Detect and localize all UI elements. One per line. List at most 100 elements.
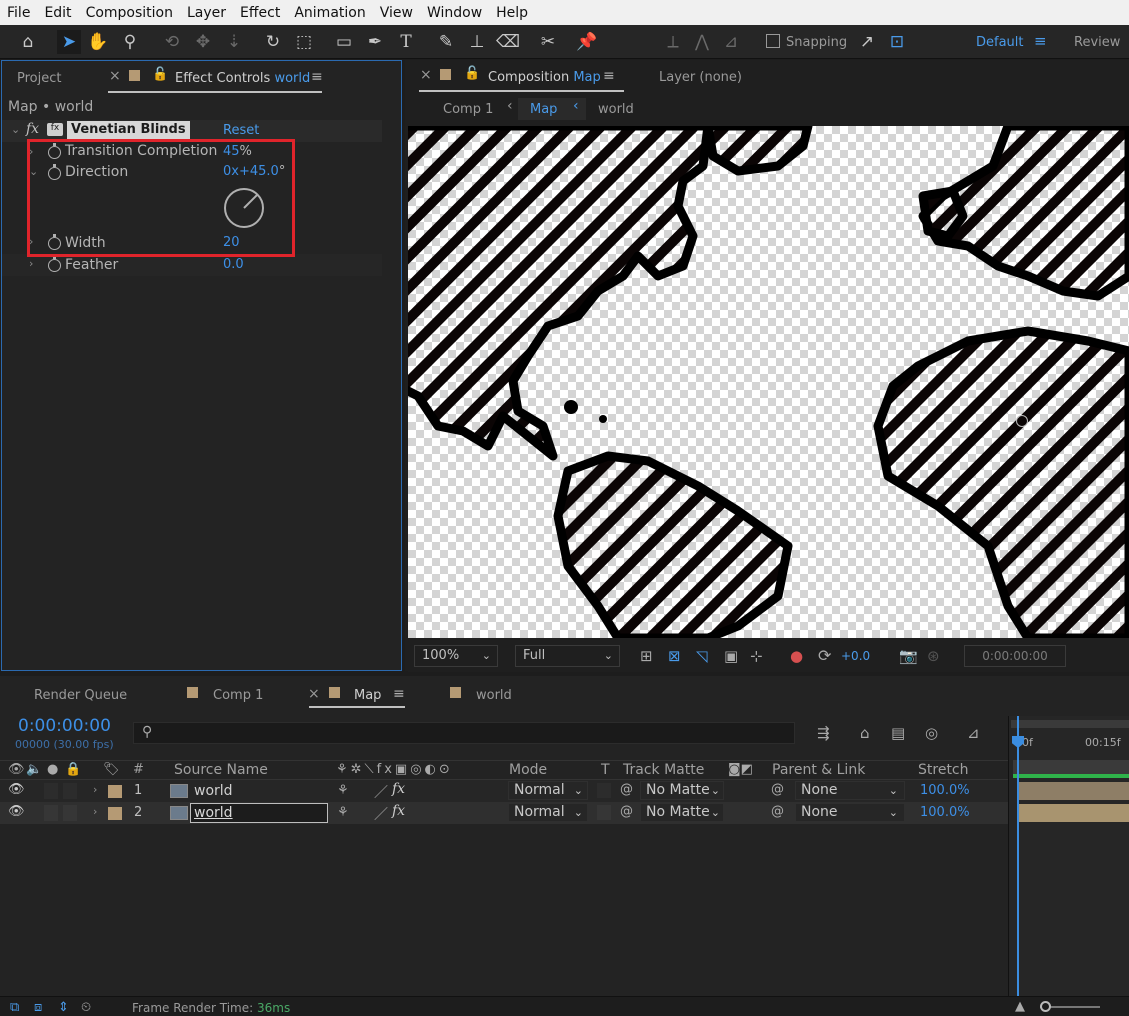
tab-world[interactable]: world [476,688,512,703]
project-tab[interactable]: Project [17,71,61,86]
lock-icon[interactable]: 🔓 [464,66,480,81]
crumb-comp1[interactable]: Comp 1 [443,102,493,117]
menu-edit[interactable]: Edit [37,5,78,21]
tab-comp1[interactable]: Comp 1 [213,688,263,703]
exposure-reset-icon[interactable]: ⟳ [818,646,831,665]
eye-icon[interactable]: 👁 [8,782,25,797]
dolly-camera-icon[interactable]: ⇣ [222,30,246,54]
menu-animation[interactable]: Animation [287,5,372,21]
panel-menu-icon[interactable]: ≡ [311,69,323,85]
work-area-bar[interactable] [1011,720,1129,728]
preserve-transparency-toggle[interactable] [597,783,611,798]
panel-menu-icon[interactable]: ≡ [393,686,405,702]
pickwhip-icon[interactable]: @ [620,782,633,797]
lock-toggle[interactable] [63,783,77,799]
roto-brush-icon[interactable]: ✂ [536,30,560,54]
parent-pickwhip-icon[interactable]: @ [771,782,784,797]
channels-icon[interactable]: ● [790,647,803,665]
zoom-dropdown[interactable]: 100% ⌄ [414,645,498,667]
reset-button[interactable]: Reset [223,123,259,138]
label-color-swatch[interactable] [108,807,122,820]
menu-effect[interactable]: Effect [233,5,287,21]
graph-editor-icon[interactable]: ⊿ [967,724,980,742]
col-source-name[interactable]: Source Name [174,762,268,778]
tab-map[interactable]: Map [354,688,381,703]
fast-previews-icon[interactable]: ⊞ [640,647,653,665]
home-icon[interactable]: ⌂ [16,30,40,54]
mode-dropdown[interactable]: Normal ⌄ [508,803,588,822]
fx-icon[interactable]: fx [26,121,39,137]
chevron-down-icon[interactable]: ⌄ [11,123,20,136]
parent-dropdown[interactable]: None ⌄ [795,803,905,822]
close-icon[interactable]: × [109,68,121,84]
stopwatch-icon[interactable] [48,256,61,272]
shy-icon[interactable]: ⚘ [337,783,349,798]
chevron-left-icon[interactable]: ‹ [507,98,513,114]
render-time-toggle-icon[interactable]: ⏲ [81,1000,91,1015]
parent-pickwhip-icon[interactable]: @ [771,804,784,819]
draft-3d-icon[interactable]: ⌂ [860,724,870,742]
hand-tool-icon[interactable]: ✋ [86,30,110,54]
resolution-dropdown[interactable]: Full ⌄ [515,645,620,667]
track-matte-dropdown[interactable]: No Matte ⌄ [640,781,724,800]
view-axis-icon[interactable]: ⊿ [719,30,743,54]
crumb-map[interactable]: Map [530,102,557,117]
menu-help[interactable]: Help [489,5,535,21]
tab-render-queue[interactable]: Render Queue [34,688,127,703]
stretch-value[interactable]: 100.0% [920,805,970,820]
puppet-pin-icon[interactable]: 📌 [575,30,599,54]
clone-stamp-icon[interactable]: ⊥ [465,30,489,54]
track-matte-dropdown[interactable]: No Matte ⌄ [640,803,724,822]
pan-behind-tool-icon[interactable]: ⬚ [292,30,316,54]
timeline-search-input[interactable]: ⚲ [133,722,795,744]
snap-feature-icon[interactable]: ↗ [855,30,879,54]
snapping-checkbox[interactable] [766,34,780,48]
eraser-tool-icon[interactable]: ⌫ [496,30,520,54]
time-graph[interactable]: 00f 00:15f [1008,716,1129,996]
selection-tool-icon[interactable]: ➤ [57,30,81,54]
layer-tab[interactable]: Layer (none) [659,70,742,85]
expand-chevron-icon[interactable]: › [29,257,33,270]
layer-bar-1[interactable] [1019,782,1129,800]
label-icon[interactable]: 🏷 [103,762,120,777]
snapshot-icon[interactable]: 📷 [899,647,918,665]
show-snapshot-icon[interactable]: ⊛ [927,647,940,665]
menu-window[interactable]: Window [420,5,489,21]
chevron-left-icon[interactable]: ‹ [573,98,579,114]
stretch-value[interactable]: 100.0% [920,783,970,798]
layer-name[interactable]: world [194,783,233,799]
motion-blur-icon[interactable]: ◎ [925,724,938,742]
timeline-timecode[interactable]: 0:00:00:00 [18,716,111,736]
audio-icon[interactable]: 🔈 [26,762,42,777]
in-out-toggle-icon[interactable]: ⇕ [58,1000,69,1015]
parent-dropdown[interactable]: None ⌄ [795,781,905,800]
lock-icon[interactable]: 🔒 [65,762,81,777]
workspace-review[interactable]: Review [1074,35,1120,50]
shy-icon[interactable]: ⚘ [337,805,349,820]
layer-name[interactable]: world [194,805,233,821]
expand-chevron-icon[interactable]: › [93,783,97,796]
lock-toggle[interactable] [63,805,77,821]
pickwhip-icon[interactable]: @ [620,804,633,819]
rotation-tool-icon[interactable]: ↻ [261,30,285,54]
panel-menu-icon[interactable]: ≡ [603,68,615,84]
quality-icon[interactable]: ／ [374,804,388,824]
region-of-interest-icon[interactable]: ▣ [724,647,738,665]
workspace-menu-icon[interactable]: ≡ [1034,32,1047,50]
table-row[interactable]: 👁 › 1 world ⚘ ／ fx Normal ⌄ @ No Matte ⌄ @… [0,780,1008,802]
solo-icon[interactable]: ● [47,762,58,777]
table-row[interactable]: 👁 › 2 world ⚘ ／ fx Normal ⌄ @ No Matte ⌄ @… [0,802,1008,824]
fx-icon[interactable]: fx [392,803,405,819]
close-icon[interactable]: × [308,686,320,702]
world-axis-icon[interactable]: ⋀ [690,30,714,54]
mask-visibility-icon[interactable]: ◹ [696,647,708,665]
orbit-camera-icon[interactable]: ⟲ [160,30,184,54]
eye-icon[interactable]: 👁 [8,804,25,819]
brush-tool-icon[interactable]: ✎ [434,30,458,54]
feather-value[interactable]: 0.0 [223,257,244,272]
current-time-field[interactable]: 0:00:00:00 [964,645,1066,667]
playhead-line[interactable] [1017,716,1019,996]
layer-name-editing[interactable]: world [190,803,328,823]
pan-camera-icon[interactable]: ✥ [191,30,215,54]
guides-icon[interactable]: ⊹ [750,647,763,665]
